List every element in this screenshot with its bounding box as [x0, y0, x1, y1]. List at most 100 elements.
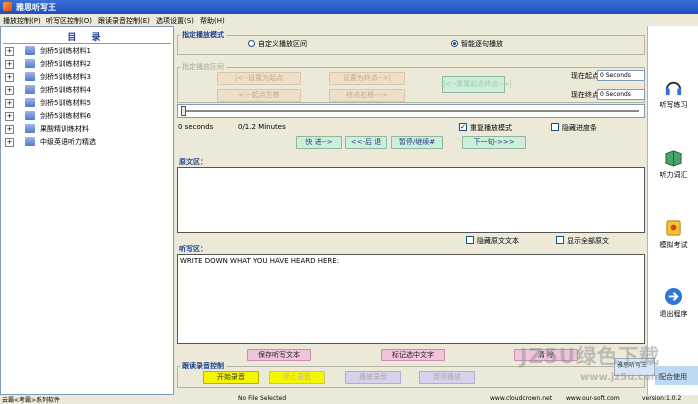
menu-help[interactable]: 帮助(H)	[200, 16, 225, 26]
menu-dictation[interactable]: 听写区控制(O)	[46, 16, 92, 26]
hide-progress-checkbox[interactable]	[551, 123, 559, 131]
status-site2[interactable]: www.our-soft.com	[566, 395, 620, 402]
play-recording-button[interactable]: 播放录音	[345, 371, 401, 384]
repeat-checkbox[interactable]: ✓	[459, 123, 467, 131]
current-start-field: 0 Seconds	[597, 70, 645, 81]
radio-custom-label: 自定义播放区间	[258, 40, 307, 48]
watermark-small: www.jz5u.com	[580, 372, 662, 383]
dictation-text-area[interactable]: WRITE DOWN WHAT YOU HAVE HEARD HERE:	[177, 254, 645, 344]
exam-icon	[666, 220, 681, 236]
show-all-checkbox[interactable]	[556, 236, 564, 244]
expand-icon[interactable]: +	[5, 99, 14, 108]
radio-smart-label: 智能逐句播放	[461, 40, 503, 48]
start-recording-button[interactable]: 开始录音	[203, 371, 259, 384]
title-bar: 雅思听写王	[0, 0, 698, 14]
window-title: 雅思听写王	[16, 3, 56, 12]
set-start-button[interactable]: |<--设置为起点	[217, 72, 301, 85]
tree-item[interactable]: + 剑桥5训练材料2	[5, 58, 165, 70]
radio-smart-play[interactable]	[451, 40, 458, 47]
next-sentence-button[interactable]: 下一句->>>	[462, 136, 526, 149]
folder-icon	[25, 111, 35, 120]
mock-exam-button[interactable]: 模拟考试	[648, 218, 698, 258]
original-text-area[interactable]	[177, 167, 645, 233]
dictation-practice-label: 听写练习	[659, 101, 688, 109]
tree-item[interactable]: + 剑桥5训练材料1	[5, 45, 165, 57]
pause-playback-button[interactable]: 暂停播放	[419, 371, 475, 384]
app-icon	[3, 2, 12, 11]
folder-icon	[25, 137, 35, 146]
slider-thumb[interactable]	[181, 106, 186, 116]
play-mode-title: 指定播放模式	[180, 30, 226, 40]
sidebar-tree: 目 录 + 剑桥5训练材料1 + 剑桥5训练材料2 + 剑桥5训练材料3 + 剑桥5训练…	[0, 26, 174, 395]
tree-item[interactable]: + 剑桥5训练材料6	[5, 110, 165, 122]
sidebar-divider	[3, 43, 171, 44]
folder-icon	[25, 46, 35, 55]
status-site1[interactable]: www.cloudcrown.net	[490, 395, 552, 402]
folder-icon	[25, 124, 35, 133]
reset-range-button[interactable]: |<--重置起点终点-->|	[442, 76, 512, 93]
tree-item-label: 剑桥5训练材料5	[40, 99, 91, 107]
tree-item-label: 剑桥5训练材料2	[40, 60, 91, 68]
set-end-button[interactable]: 设置为终点-->|	[329, 72, 405, 85]
position-readout: 0 seconds	[178, 123, 214, 131]
hide-original-checkbox[interactable]	[466, 236, 474, 244]
dictation-practice-button[interactable]: 听写练习	[648, 78, 698, 118]
menu-options[interactable]: 选项设置(S)	[156, 16, 194, 26]
folder-icon	[25, 85, 35, 94]
total-readout: 0/1.2 Minutes	[238, 123, 286, 131]
expand-icon[interactable]: +	[5, 112, 14, 121]
exit-arrow-icon	[664, 287, 683, 306]
mark-text-button[interactable]: 标记选中文字	[381, 349, 445, 361]
exit-button[interactable]: 退出程序	[648, 287, 698, 327]
status-file: No File Selected	[238, 395, 287, 402]
progress-slider[interactable]	[177, 104, 645, 118]
tree-item[interactable]: + 剑桥5训练材料5	[5, 97, 165, 109]
expand-icon[interactable]: +	[5, 86, 14, 95]
expand-icon[interactable]: +	[5, 73, 14, 82]
save-dictation-button[interactable]: 保存听写文本	[247, 349, 311, 361]
exit-label: 退出程序	[659, 310, 688, 318]
play-mode-group	[177, 35, 645, 55]
mock-exam-label: 模拟考试	[659, 241, 688, 249]
status-bar: 云霸<考霸>系列软件 No File Selected www.cloudcro…	[0, 395, 698, 404]
watermark-side: 配合使用	[655, 366, 698, 385]
menu-recording[interactable]: 跟读录音控制(E)	[98, 16, 150, 26]
folder-icon	[25, 98, 35, 107]
start-left-button[interactable]: <---起点左移	[217, 89, 301, 102]
menu-play[interactable]: 播放控制(P)	[3, 16, 41, 26]
sidebar-title: 目 录	[67, 33, 107, 43]
tree-item[interactable]: + 中级英语听力精选	[5, 136, 165, 148]
tree-item[interactable]: + 果酸精训练材料	[5, 123, 165, 135]
dictation-title: 听写区：	[177, 244, 209, 254]
status-version: version:1.0.2	[642, 395, 682, 402]
slider-track	[183, 110, 639, 112]
dictation-placeholder: WRITE DOWN WHAT YOU HAVE HEARD HERE:	[180, 257, 340, 265]
vocabulary-button[interactable]: 听力词汇	[648, 148, 698, 188]
expand-icon[interactable]: +	[5, 47, 14, 56]
expand-icon[interactable]: +	[5, 138, 14, 147]
folder-icon	[25, 59, 35, 68]
tree-item-label: 剑桥5训练材料6	[40, 112, 91, 120]
folder-icon	[25, 72, 35, 81]
forward-button[interactable]: 快 进-->	[296, 136, 342, 149]
pause-button[interactable]: 暂停/继续#	[391, 136, 443, 149]
repeat-label: 重复播放模式	[470, 124, 512, 132]
expand-icon[interactable]: +	[5, 60, 14, 69]
stop-recording-button[interactable]: 停止录音	[269, 371, 325, 384]
tree-item[interactable]: + 剑桥5训练材料3	[5, 71, 165, 83]
tree-item[interactable]: + 剑桥5训练材料4	[5, 84, 165, 96]
menu-bar: 播放控制(P) 听写区控制(O) 跟读录音控制(E) 选项设置(S) 帮助(H)	[0, 14, 698, 26]
current-end-field: 0 Seconds	[597, 89, 645, 100]
range-title: 指定播放区间	[180, 62, 226, 72]
back-button[interactable]: <<-后 退	[345, 136, 387, 149]
tree-item-label: 剑桥5训练材料1	[40, 47, 91, 55]
original-title: 原文区：	[177, 157, 209, 167]
expand-icon[interactable]: +	[5, 125, 14, 134]
radio-custom-range[interactable]	[248, 40, 255, 47]
current-start-label: 现在起点	[571, 72, 599, 80]
book-icon	[665, 150, 682, 167]
watermark-big: JZ5U绿色下载	[520, 344, 661, 368]
end-right-button[interactable]: 终点右移--->	[329, 89, 405, 102]
tree-item-label: 剑桥5训练材料4	[40, 86, 91, 94]
recording-title: 跟读录音控制	[180, 361, 226, 371]
